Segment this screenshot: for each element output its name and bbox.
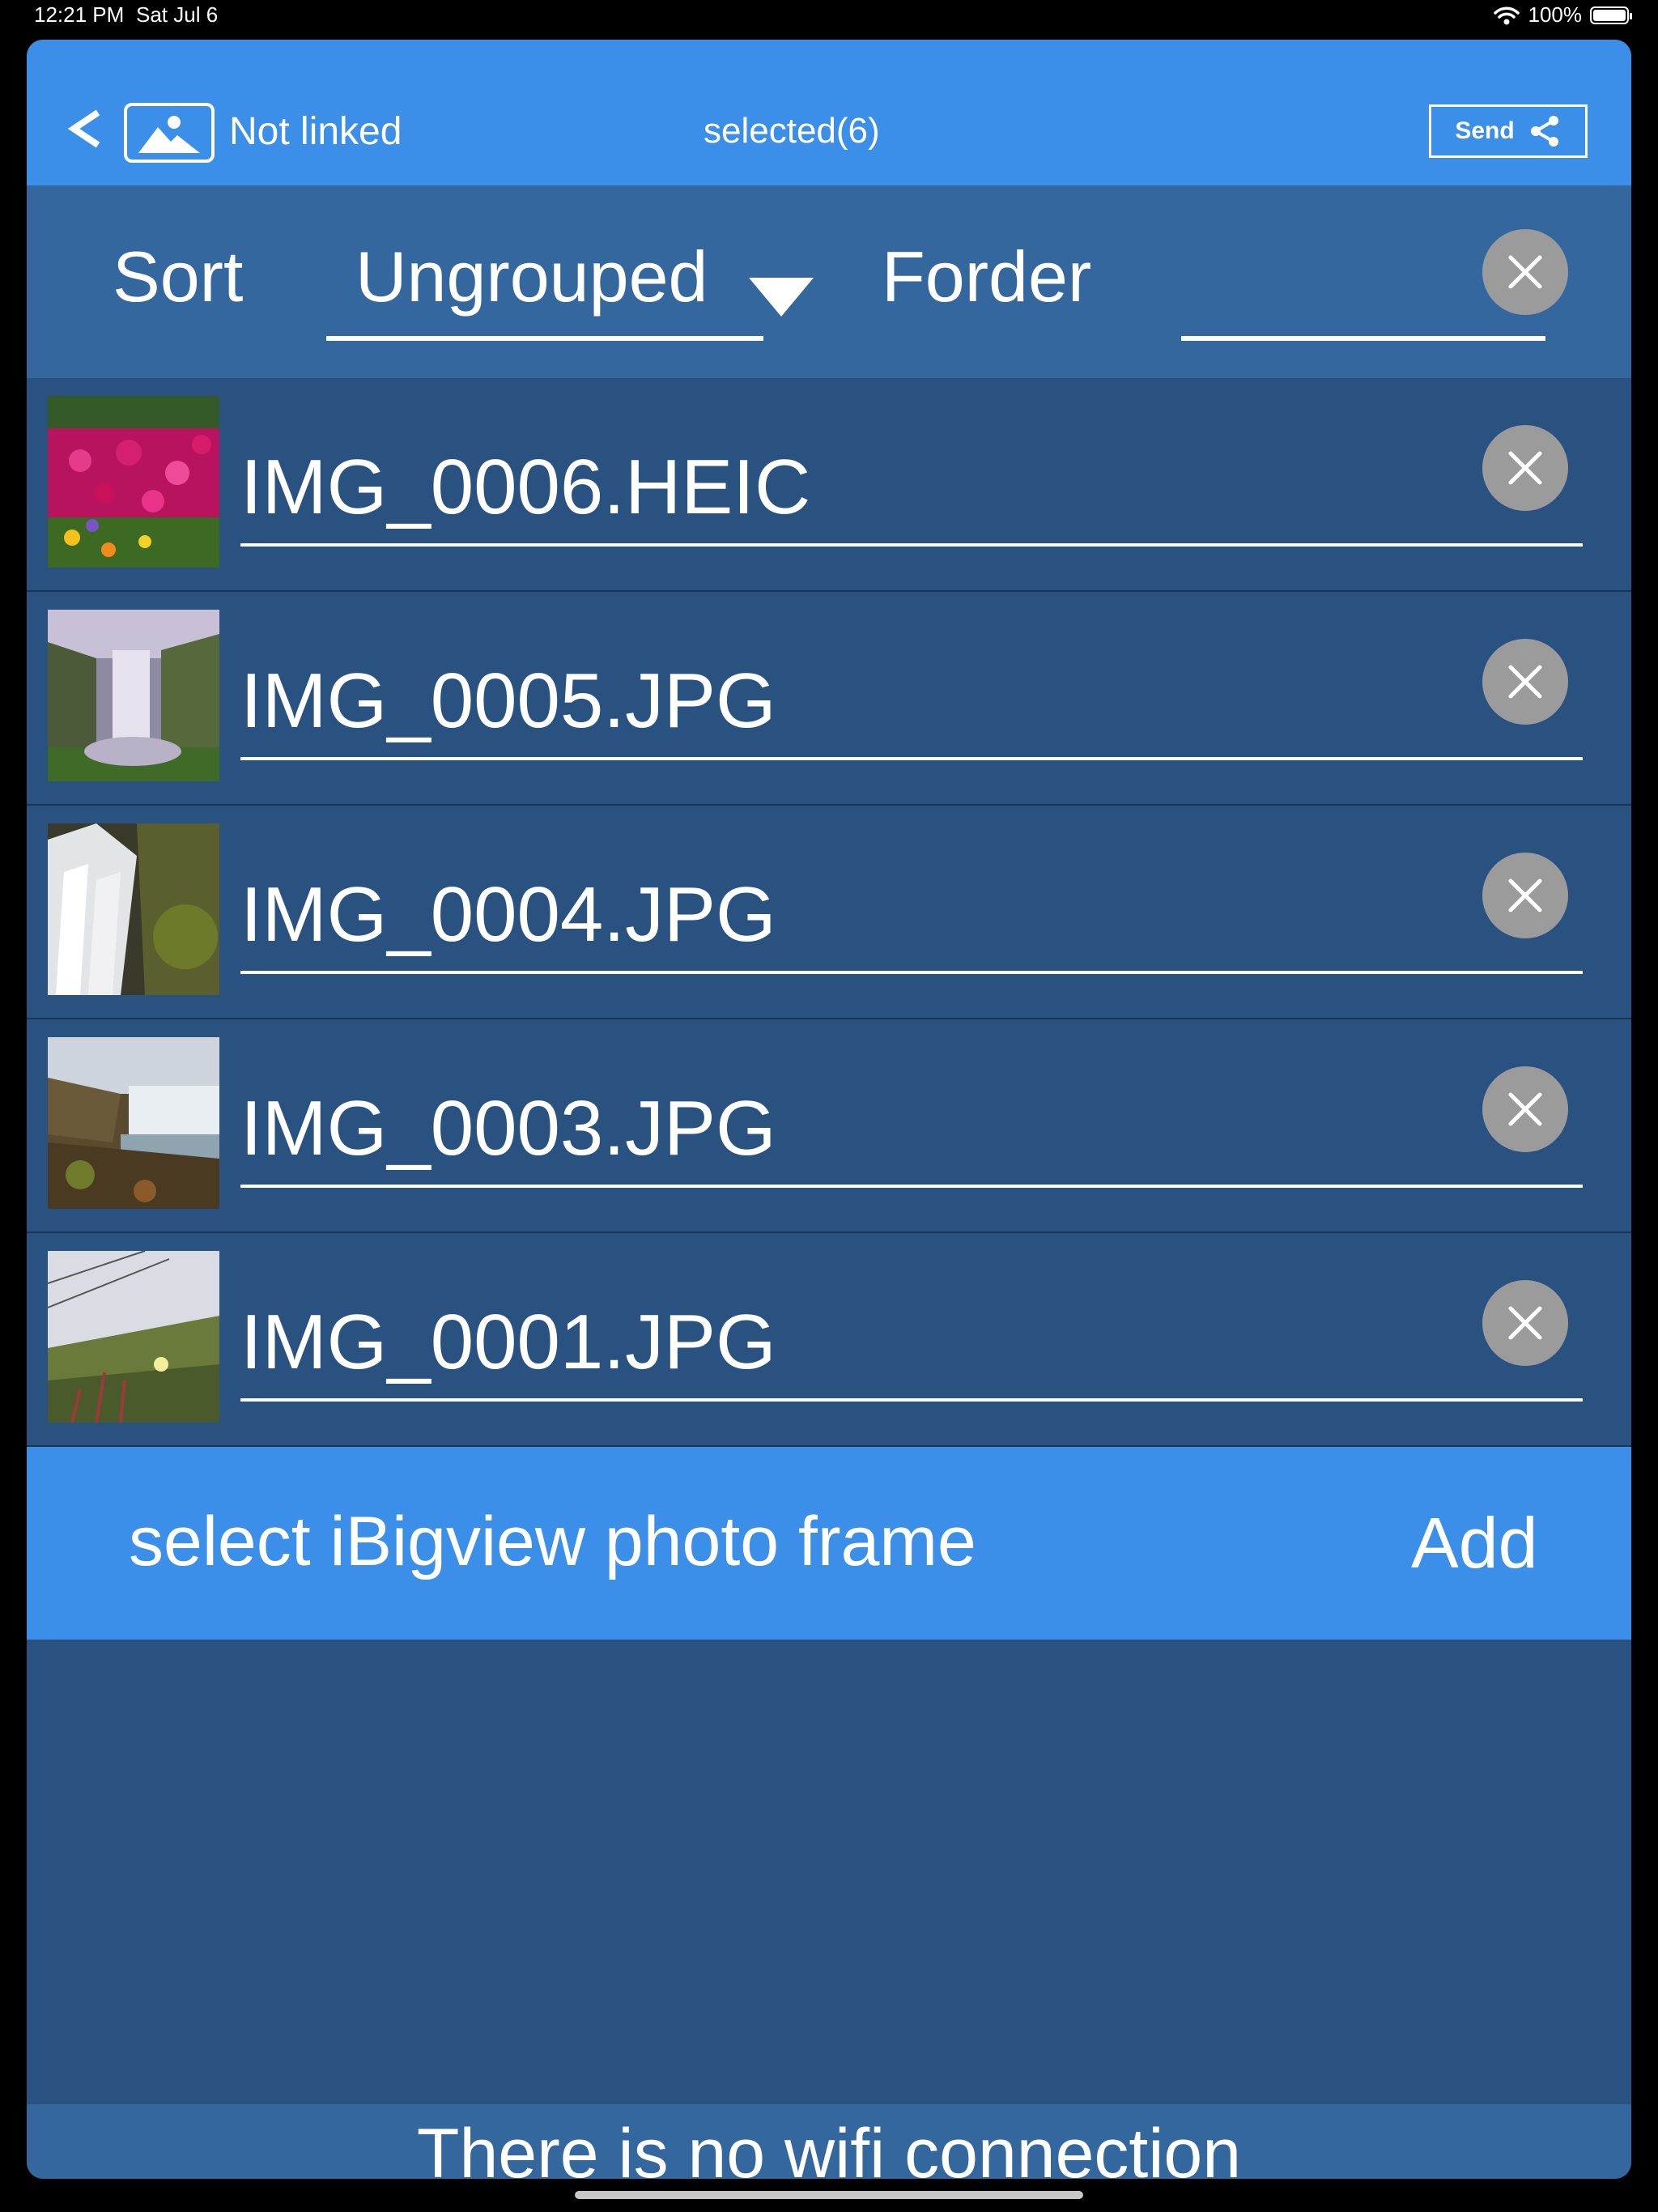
wifi-status-bar: There is no wifi connection bbox=[27, 2104, 1631, 2179]
hillside-thumbnail[interactable] bbox=[48, 1251, 219, 1423]
share-icon bbox=[1530, 116, 1558, 147]
group-select[interactable]: Ungrouped bbox=[326, 224, 814, 341]
remove-file-button[interactable] bbox=[1482, 425, 1568, 511]
file-name-field[interactable]: IMG_0003.JPG bbox=[240, 1052, 1583, 1188]
chevron-left-icon[interactable] bbox=[66, 109, 104, 148]
waterfall-closeup-thumbnail[interactable] bbox=[48, 823, 219, 995]
file-name-field[interactable]: IMG_0005.JPG bbox=[240, 624, 1583, 760]
file-name-field[interactable]: IMG_0004.JPG bbox=[240, 838, 1583, 974]
waterfall-thumbnail[interactable] bbox=[48, 610, 219, 781]
status-bar: 12:21 PM Sat Jul 6 100% bbox=[0, 0, 1658, 32]
file-row: IMG_0003.JPG bbox=[27, 1019, 1631, 1233]
send-button[interactable]: Send bbox=[1429, 104, 1588, 158]
status-date: Sat Jul 6 bbox=[136, 2, 219, 27]
link-status: Not linked bbox=[229, 110, 402, 153]
file-name: IMG_0003.JPG bbox=[240, 1085, 776, 1172]
wifi-icon bbox=[1493, 6, 1520, 24]
file-row: IMG_0004.JPG bbox=[27, 806, 1631, 1019]
remove-file-button[interactable] bbox=[1482, 1280, 1568, 1366]
landscape-icon bbox=[138, 116, 200, 153]
dropdown-arrow-icon[interactable] bbox=[749, 278, 814, 317]
home-indicator[interactable] bbox=[575, 2191, 1083, 2199]
photo-frame-icon[interactable] bbox=[124, 103, 215, 163]
remove-file-button[interactable] bbox=[1482, 639, 1568, 725]
select-frame-label[interactable]: select iBigview photo frame bbox=[129, 1502, 976, 1582]
sort-bar: Sort Ungrouped Forder bbox=[27, 185, 1631, 378]
file-name-field[interactable]: IMG_0006.HEIC bbox=[240, 410, 1583, 547]
page-title: selected(6) bbox=[704, 111, 880, 151]
file-row: IMG_0005.JPG bbox=[27, 592, 1631, 806]
remove-file-button[interactable] bbox=[1482, 1066, 1568, 1152]
clear-folder-button[interactable] bbox=[1482, 229, 1568, 315]
flowers-thumbnail[interactable] bbox=[48, 396, 219, 568]
battery-percent: 100% bbox=[1528, 2, 1583, 27]
send-label: Send bbox=[1455, 117, 1515, 144]
remove-file-button[interactable] bbox=[1482, 853, 1568, 938]
status-right: 100% bbox=[1493, 2, 1632, 28]
sort-label: Sort bbox=[113, 236, 244, 317]
nav-bar: Not linked selected(6) Send bbox=[27, 40, 1631, 185]
file-name: IMG_0001.JPG bbox=[240, 1299, 776, 1385]
folder-label: Forder bbox=[882, 236, 1092, 317]
photo-frame-bar: select iBigview photo frame Add bbox=[27, 1447, 1631, 1640]
file-name-field[interactable]: IMG_0001.JPG bbox=[240, 1266, 1583, 1402]
file-name: IMG_0005.JPG bbox=[240, 657, 776, 744]
battery-icon bbox=[1590, 6, 1632, 24]
app-panel: Not linked selected(6) Send Sort Ungroup… bbox=[27, 40, 1631, 2179]
group-select-value: Ungrouped bbox=[355, 236, 708, 317]
battery-fill bbox=[1593, 9, 1626, 21]
canyon-falls-thumbnail[interactable] bbox=[48, 1037, 219, 1209]
file-name: IMG_0004.JPG bbox=[240, 871, 776, 958]
file-row: IMG_0006.HEIC bbox=[27, 378, 1631, 592]
file-name: IMG_0006.HEIC bbox=[240, 444, 811, 530]
file-row: IMG_0001.JPG bbox=[27, 1233, 1631, 1447]
file-list: IMG_0006.HEIC IMG_0005.JPG IMG_0004.JPG … bbox=[27, 378, 1631, 1447]
add-button[interactable]: Add bbox=[1411, 1502, 1538, 1585]
status-time: 12:21 PM bbox=[34, 2, 125, 27]
wifi-status-text: There is no wifi connection bbox=[416, 2115, 1242, 2179]
